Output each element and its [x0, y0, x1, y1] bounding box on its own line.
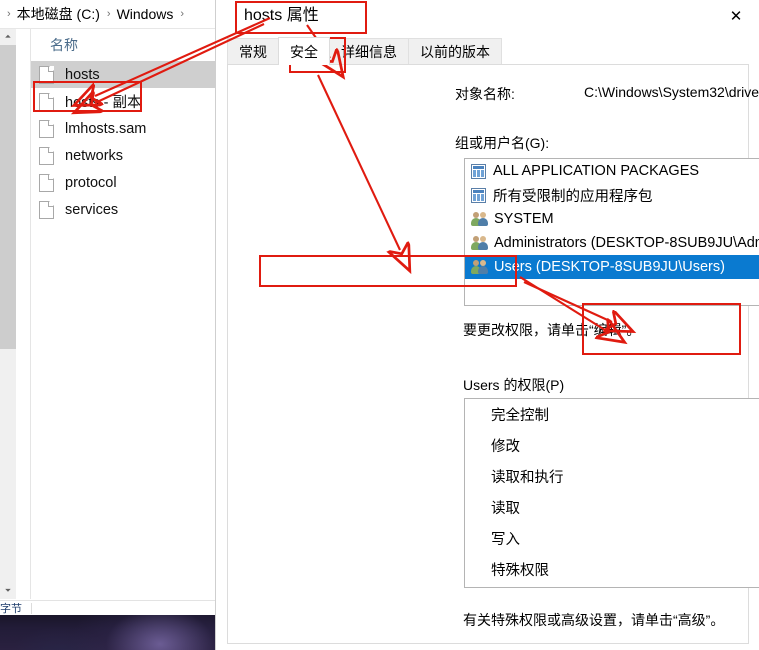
tab-previous-versions[interactable]: 以前的版本	[408, 38, 502, 65]
group-or-username-label: 所有受限制的应用程序包	[493, 188, 653, 205]
chevron-right-icon: ›	[7, 8, 11, 20]
scrollbar-thumb[interactable]	[0, 45, 16, 349]
permission-name: 完全控制	[491, 408, 549, 424]
file-icon	[39, 146, 54, 165]
group-or-username-item[interactable]: ALL APPLICATION PACKAGES	[465, 159, 759, 183]
chevron-right-icon: ›	[180, 8, 185, 20]
file-icon	[39, 119, 54, 138]
close-icon[interactable]: ✕	[713, 0, 759, 31]
user-group-icon	[471, 259, 488, 275]
breadcrumb-item-windows[interactable]: Windows	[117, 6, 174, 22]
file-rows-container: hosts hosts - 副本 lmhosts.sam networks protoc…	[31, 61, 222, 223]
file-list-item[interactable]: services	[31, 196, 222, 223]
app-package-icon	[471, 187, 486, 203]
file-list[interactable]: 名称 hosts hosts - 副本 lmhosts.sam networks pro…	[31, 29, 222, 599]
file-icon	[39, 200, 54, 219]
group-or-username-item[interactable]: SYSTEM	[465, 207, 759, 231]
user-group-icon	[471, 211, 488, 227]
user-group-icon	[471, 235, 488, 251]
permission-row[interactable]: 修改✔	[465, 430, 759, 461]
tab-label: 详细信息	[341, 44, 397, 60]
tab-security[interactable]: 安全	[278, 37, 330, 65]
tab-general[interactable]: 常规	[227, 38, 279, 65]
navigation-scrollbar[interactable]: ⏶ ⏷	[0, 29, 16, 599]
file-list-item[interactable]: hosts	[31, 61, 222, 88]
group-or-username-label: Administrators (DESKTOP-8SUB9JU\Administ…	[494, 235, 759, 251]
group-or-username-item[interactable]: Administrators (DESKTOP-8SUB9JU\Administ…	[465, 231, 759, 255]
permission-name: 特殊权限	[491, 563, 549, 579]
file-list-item[interactable]: lmhosts.sam	[31, 115, 222, 142]
hosts-properties-dialog: hosts 属性 ✕ 常规 安全 详细信息 以前的版本 对象名称: C:\Window…	[216, 0, 759, 650]
permission-name: 写入	[491, 532, 520, 548]
file-name: networks	[65, 147, 124, 164]
file-name: services	[65, 201, 119, 218]
navigation-pane	[16, 29, 31, 599]
dialog-title: hosts 属性	[244, 7, 319, 24]
column-header-name[interactable]: 名称	[31, 29, 222, 61]
advanced-settings-hint: 有关特殊权限或高级设置，请单击“高级”。	[463, 612, 725, 628]
tab-strip[interactable]: 常规 安全 详细信息 以前的版本	[227, 37, 748, 65]
permissions-title: Users 的权限(P)	[463, 377, 565, 393]
file-list-item[interactable]: hosts - 副本	[31, 88, 222, 115]
status-bar-divider	[31, 602, 32, 614]
group-or-username-label: ALL APPLICATION PACKAGES	[493, 163, 700, 179]
group-or-usernames-list[interactable]: ALL APPLICATION PACKAGES 所有受限制的应用程序包 SYSTE…	[464, 158, 759, 306]
status-bar-text: 字节	[0, 603, 22, 615]
file-name: protocol	[65, 174, 117, 191]
permission-row[interactable]: 读取✔	[465, 492, 759, 523]
dialog-titlebar[interactable]: hosts 属性 ✕	[216, 0, 759, 32]
group-or-username-label: Users (DESKTOP-8SUB9JU\Users)	[494, 259, 725, 275]
file-icon	[39, 65, 54, 84]
file-icon	[39, 173, 54, 192]
permissions-table[interactable]: 完全控制✔修改✔读取和执行✔读取✔写入✔ 特殊权限	[464, 398, 759, 588]
permission-row[interactable]: 完全控制✔	[465, 399, 759, 430]
permission-name: 读取和执行	[491, 470, 564, 486]
scroll-up-arrow-icon[interactable]: ⏶	[0, 29, 16, 45]
tab-label: 安全	[290, 43, 318, 60]
group-or-username-item[interactable]: Users (DESKTOP-8SUB9JU\Users)	[465, 255, 759, 279]
group-or-username-label: SYSTEM	[494, 211, 554, 227]
permission-row[interactable]: 特殊权限	[465, 554, 759, 585]
app-package-icon	[471, 163, 486, 179]
file-explorer-window: › 本地磁盘 (C:) › Windows › ⏶ ⏷ 名称 hosts host…	[0, 0, 222, 615]
breadcrumb[interactable]: › 本地磁盘 (C:) › Windows ›	[0, 0, 222, 29]
scroll-down-arrow-icon[interactable]: ⏷	[0, 583, 16, 599]
file-icon	[39, 92, 54, 111]
file-list-item[interactable]: networks	[31, 142, 222, 169]
file-name: lmhosts.sam	[65, 120, 147, 137]
object-name-label: 对象名称:	[455, 86, 515, 102]
tab-details[interactable]: 详细信息	[329, 38, 409, 65]
breadcrumb-item-drive[interactable]: 本地磁盘 (C:)	[17, 4, 100, 24]
file-name: hosts	[65, 66, 100, 83]
permission-name: 修改	[491, 439, 520, 455]
object-name-value: C:\Windows\System32\drivers\etc\hosts	[584, 84, 759, 100]
chevron-right-icon: ›	[106, 8, 111, 20]
permission-row[interactable]: 读取和执行✔	[465, 461, 759, 492]
status-bar: 字节	[0, 600, 222, 615]
desktop-wallpaper	[0, 614, 220, 650]
file-name: hosts - 副本	[65, 95, 142, 111]
group-or-usernames-label: 组或用户名(G):	[455, 135, 550, 151]
permission-row[interactable]: 写入✔	[465, 523, 759, 554]
tab-label: 常规	[239, 44, 267, 60]
group-or-username-item[interactable]: 所有受限制的应用程序包	[465, 183, 759, 207]
file-list-item[interactable]: protocol	[31, 169, 222, 196]
tab-label: 以前的版本	[420, 44, 490, 60]
permission-name: 读取	[491, 501, 520, 517]
change-permissions-hint: 要更改权限，请单击“编辑”。	[463, 322, 641, 338]
